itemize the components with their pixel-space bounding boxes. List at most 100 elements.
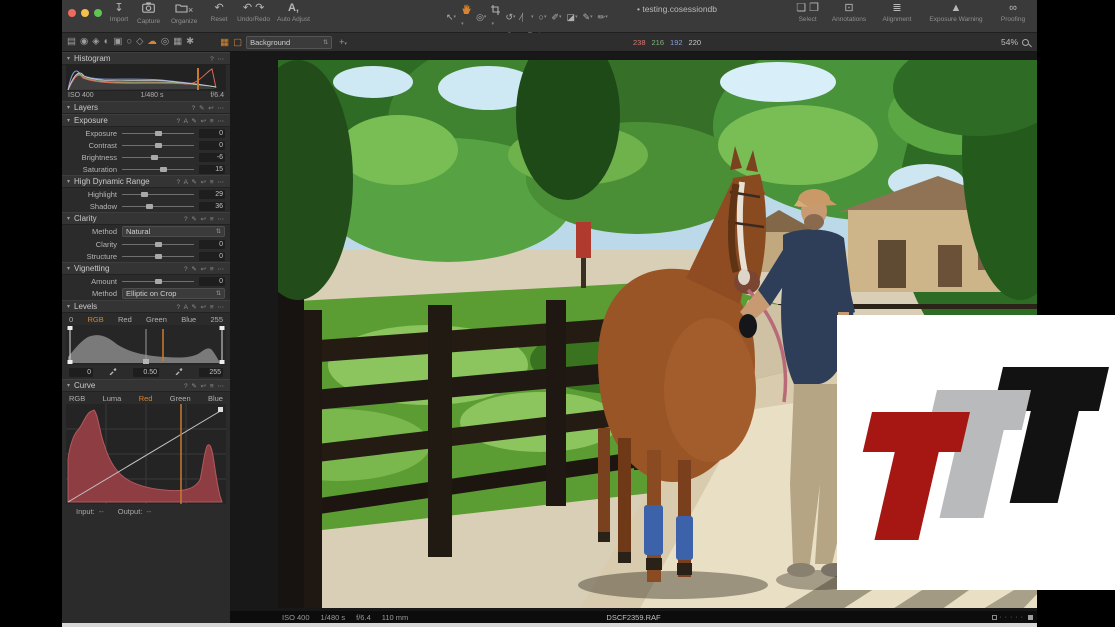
layer-select[interactable]: Background ⇅ (246, 36, 332, 49)
adjustments-tab-icon[interactable]: ☁ (147, 35, 157, 49)
hdr-section-header[interactable]: ▾ High Dynamic Range ? A ✎ ↩ ≡ ⋯ (62, 175, 230, 188)
details-tab-icon[interactable]: ◎ (161, 35, 169, 49)
vignetting-method-select[interactable]: Elliptic on Crop ⇅ (122, 288, 225, 299)
exposure-section-header[interactable]: ▾ Exposure ? A ✎ ↩ ≡ ⋯ (62, 114, 230, 127)
capture-button[interactable]: Capture (137, 2, 160, 25)
library-tab-icon[interactable]: ▤ (67, 35, 76, 49)
info-tab-icon[interactable]: ◉ (80, 35, 88, 49)
metadata-tab-icon[interactable]: ▦ (173, 35, 182, 49)
saturation-value[interactable]: 15 (199, 165, 225, 174)
curve-header-icons[interactable]: ? ✎ ↩ ≡ ⋯ (184, 382, 225, 390)
reset-button[interactable]: ↶ Reset (208, 2, 230, 23)
undo-redo-button[interactable]: ↶ ↷ Undo/Redo (237, 2, 270, 23)
color-tab-icon[interactable]: ◈ (92, 35, 99, 49)
levels-highlight-input[interactable]: 255 (199, 368, 223, 377)
import-button[interactable]: ↧ Import (108, 2, 130, 23)
structure-value[interactable]: 0 (199, 252, 225, 261)
exposure-warning-button[interactable]: ▲ Exposure Warning (925, 2, 987, 23)
levels-mid-input[interactable]: 0.50 (133, 368, 159, 377)
zoom-control[interactable]: 54% (1001, 37, 1029, 47)
main-toolbar-right: ❏ ❐ Select ⊡ Annotations ≣ Alignment ▲ E… (796, 2, 1029, 23)
curve-tab-green[interactable]: Green (170, 394, 191, 403)
contrast-value[interactable]: 0 (199, 141, 225, 150)
auto-adjust-button[interactable]: A‚ Auto Adjust (277, 2, 310, 23)
tool-tab-strip: ▤ ◉ ◈ ◐ ▣ ○ ◇ ☁ ◎ ▦ ✱ (67, 35, 194, 49)
shape-tab-icon[interactable]: ◇ (136, 35, 143, 49)
thumbnail-zoom-slider[interactable]: ····· (992, 615, 1033, 620)
levels-histogram[interactable] (66, 325, 226, 365)
loupe-tool[interactable]: ◎▾ (475, 11, 487, 23)
lens-tab-icon[interactable]: ○ (126, 35, 132, 49)
highlight-picker-icon[interactable] (175, 367, 183, 377)
highlight-slider[interactable] (122, 190, 194, 198)
levels-header-icons[interactable]: ? A ✎ ↩ ≡ ⋯ (177, 303, 225, 311)
histogram-header-icons[interactable]: ? ⋯ (210, 55, 225, 63)
hdr-header-icons[interactable]: ? A ✎ ↩ ≡ ⋯ (177, 178, 225, 186)
exposure-tab-icon[interactable]: ◐ (104, 35, 110, 49)
shadow-value[interactable]: 36 (199, 202, 225, 211)
levels-section-header[interactable]: ▾ Levels ? A ✎ ↩ ≡ ⋯ (62, 300, 230, 313)
layers-header-icons[interactable]: ? ✎ ↩ ⋯ (192, 104, 225, 112)
crop-tool[interactable]: ▾ (490, 5, 501, 30)
minimize-window-button[interactable] (81, 9, 89, 17)
brightness-value[interactable]: -6 (199, 153, 225, 162)
levels-shadow-input[interactable]: 0 (69, 368, 93, 377)
pan-hand-tool[interactable]: ▾ (460, 4, 472, 30)
proofing-button[interactable]: ∞ Proofing (997, 2, 1029, 23)
vignetting-title: Vignetting (74, 264, 184, 273)
annotations-button[interactable]: ⊡ Annotations (829, 2, 869, 23)
select-cursor-tool[interactable]: ↖▾ (445, 11, 457, 23)
clarity-value[interactable]: 0 (199, 240, 225, 249)
zoom-window-button[interactable] (94, 9, 102, 17)
select-viewer-button[interactable]: ❏ ❐ Select (796, 2, 819, 23)
curve-input-label: Input: (76, 507, 95, 516)
clarity-header-icons[interactable]: ? ✎ ↩ ≡ ⋯ (184, 215, 225, 223)
spot-removal-tool[interactable]: ○▾ (538, 11, 548, 23)
curve-section-header[interactable]: ▾ Curve ? ✎ ↩ ≡ ⋯ (62, 379, 230, 392)
shadow-slider[interactable] (122, 202, 194, 210)
alignment-button[interactable]: ≣ Alignment (879, 2, 915, 23)
highlight-value[interactable]: 29 (199, 190, 225, 199)
organize-button[interactable]: × Organize (167, 2, 201, 25)
add-layer-button[interactable]: +▾ (339, 37, 347, 47)
draw-mask-tool[interactable]: ✐▾ (550, 11, 562, 23)
histogram-section-header[interactable]: ▾ Histogram ? ⋯ (62, 52, 230, 65)
readout-red: 238 (633, 38, 646, 47)
curve-tab-rgb[interactable]: RGB (69, 394, 85, 403)
rotate-tool[interactable]: ↺▾ (504, 11, 516, 23)
close-window-button[interactable] (68, 9, 76, 17)
settings-gear-icon[interactable]: ✱ (186, 35, 194, 49)
shadow-picker-icon[interactable] (109, 367, 117, 377)
import-label: Import (110, 16, 128, 23)
curve-tab-blue[interactable]: Blue (208, 394, 223, 403)
structure-slider[interactable] (122, 252, 194, 260)
slider-dots: ····· (999, 615, 1026, 620)
amount-slider[interactable] (122, 277, 194, 285)
erase-mask-tool[interactable]: ◪▾ (566, 11, 579, 23)
saturation-slider[interactable] (122, 165, 194, 173)
layer-grid-icon[interactable]: ▦ (220, 37, 229, 48)
contrast-slider[interactable] (122, 141, 194, 149)
exposure-slider[interactable] (122, 129, 194, 137)
levels-tab-red[interactable]: Red (118, 315, 132, 324)
levels-tab-rgb[interactable]: RGB (87, 315, 103, 324)
levels-tab-green[interactable]: Green (146, 315, 167, 324)
clarity-slider[interactable] (122, 240, 194, 248)
clarity-section-header[interactable]: ▾ Clarity ? ✎ ↩ ≡ ⋯ (62, 212, 230, 225)
curve-tab-luma[interactable]: Luma (103, 394, 122, 403)
brightness-slider[interactable] (122, 153, 194, 161)
levels-tab-blue[interactable]: Blue (181, 315, 196, 324)
clarity-method-select[interactable]: Natural ⇅ (122, 226, 225, 237)
vignetting-header-icons[interactable]: ? ✎ ↩ ≡ ⋯ (184, 265, 225, 273)
curve-tab-red[interactable]: Red (139, 394, 153, 403)
capture-tab-icon[interactable]: ▣ (113, 35, 122, 49)
exposure-header-icons[interactable]: ? A ✎ ↩ ≡ ⋯ (177, 117, 225, 125)
layer-single-icon[interactable]: ▢ (233, 37, 242, 48)
amount-value[interactable]: 0 (199, 277, 225, 286)
vignetting-section-header[interactable]: ▾ Vignetting ? ✎ ↩ ≡ ⋯ (62, 262, 230, 275)
straighten-tool[interactable]: ∕⎸▾ (520, 11, 535, 23)
select-label: Select (799, 16, 817, 23)
exposure-value[interactable]: 0 (199, 129, 225, 138)
curve-graph[interactable] (66, 404, 226, 504)
layers-section-header[interactable]: ▾ Layers ? ✎ ↩ ⋯ (62, 101, 230, 114)
